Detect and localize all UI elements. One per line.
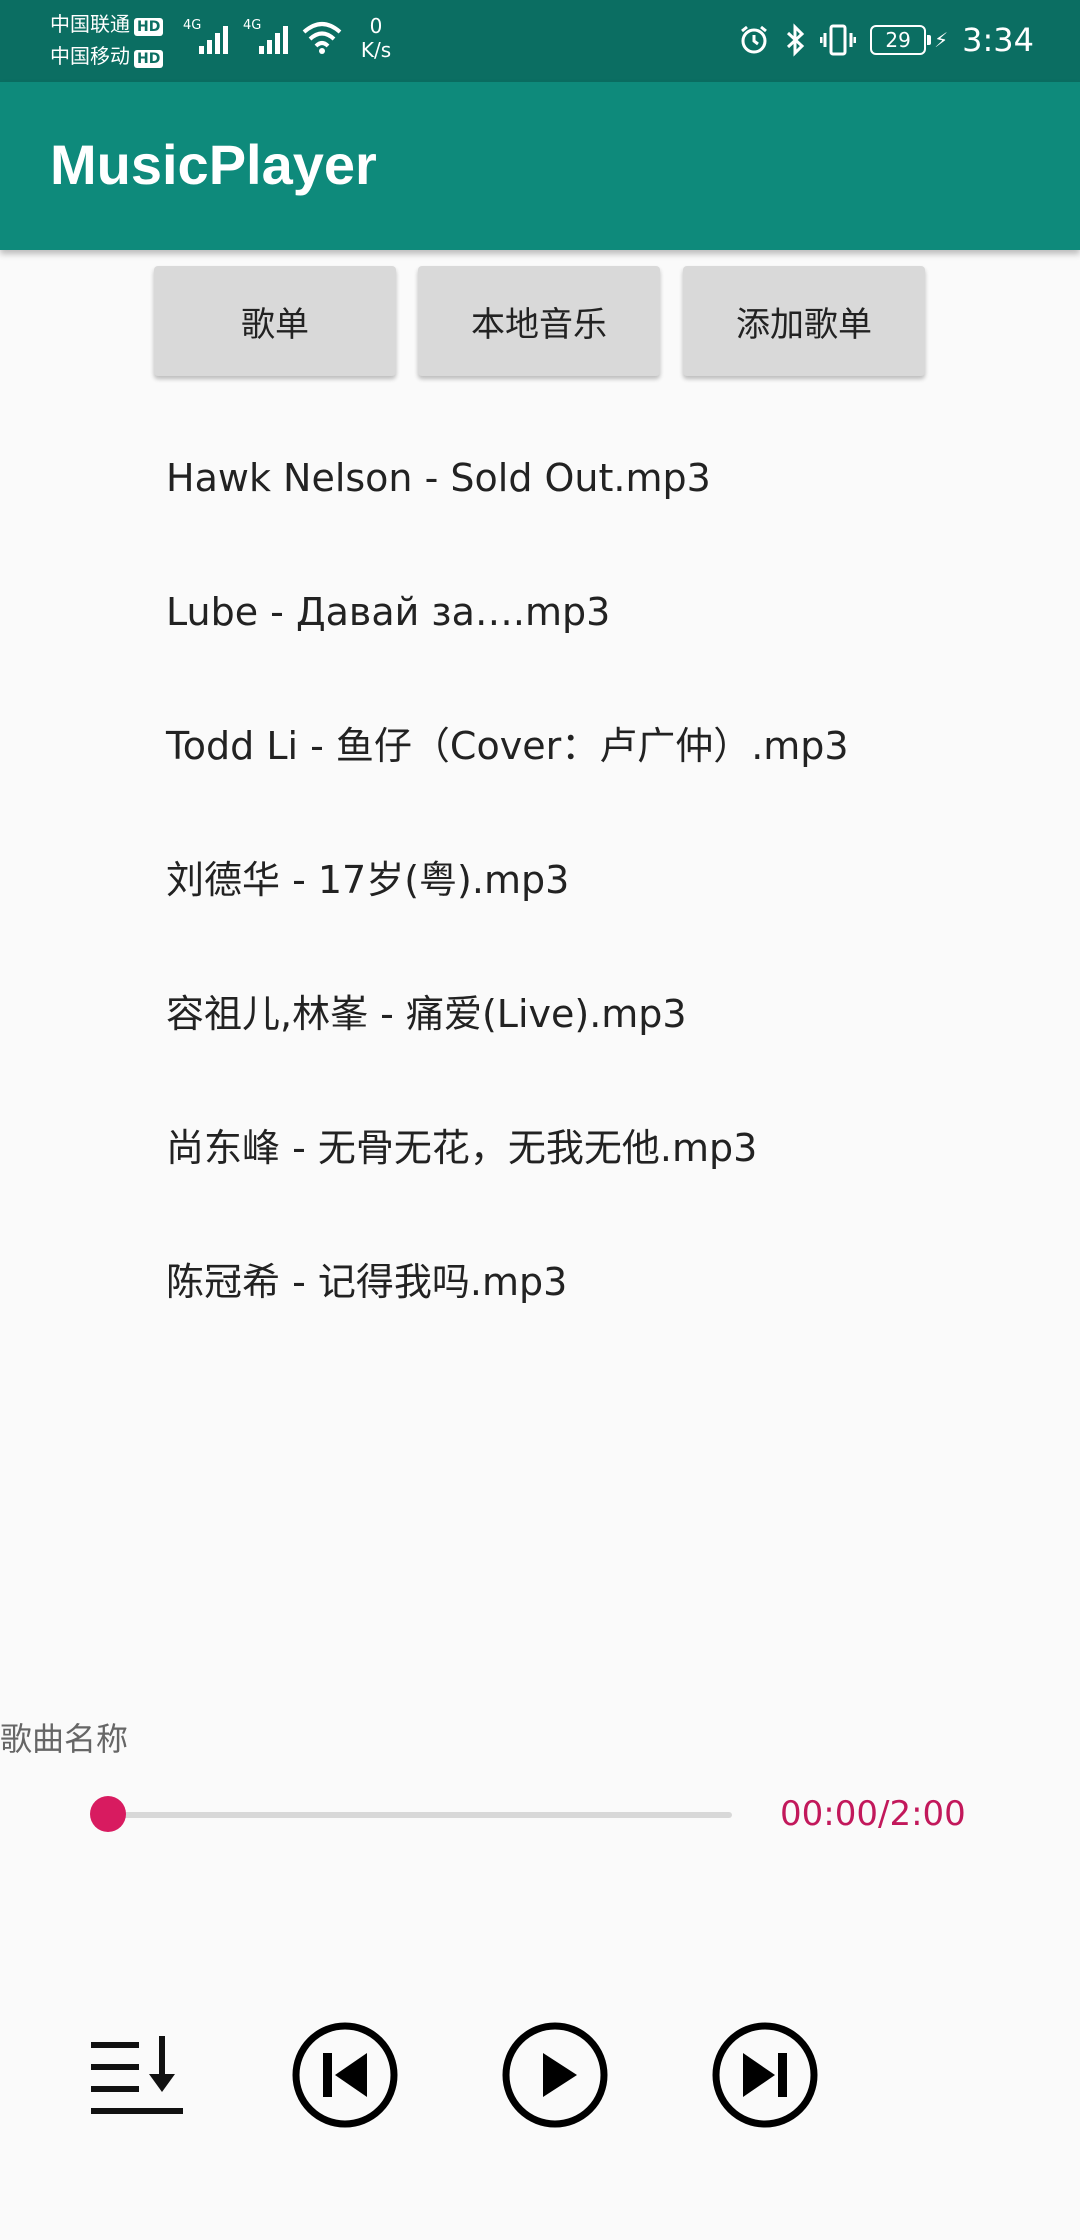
vibrate-icon — [820, 24, 857, 56]
seek-bar[interactable] — [90, 1796, 732, 1832]
song-item[interactable]: 陈冠希 - 记得我吗.mp3 — [166, 1242, 567, 1322]
network-speed: 0 K/s — [360, 14, 392, 62]
song-item[interactable]: 尚东峰 - 无骨无花，无我无他.mp3 — [166, 1108, 757, 1188]
seek-thumb[interactable] — [90, 1796, 126, 1832]
time-display: 00:00/2:00 — [780, 1794, 966, 1834]
bluetooth-icon — [787, 23, 805, 57]
hd-badge: HD — [134, 50, 164, 68]
previous-button[interactable] — [290, 2020, 400, 2130]
song-item[interactable]: 刘德华 - 17岁(粤).mp3 — [166, 840, 569, 920]
current-song-name: 歌曲名称 — [0, 1720, 129, 1758]
tab-local-music-button[interactable]: 本地音乐 — [418, 266, 660, 376]
next-icon — [712, 2022, 818, 2128]
song-item[interactable]: 容祖儿,林峯 - 痛爱(Live).mp3 — [166, 974, 687, 1054]
playlist-order-icon — [91, 2036, 183, 2114]
previous-icon — [292, 2022, 398, 2128]
charging-icon: ⚡ — [934, 28, 949, 52]
signal-icon: 4G — [183, 18, 233, 58]
carrier-1: 中国联通 HD — [50, 12, 164, 36]
battery-indicator: 29 — [870, 25, 932, 55]
song-item[interactable]: Hawk Nelson - Sold Out.mp3 — [166, 438, 711, 518]
play-icon — [502, 2022, 608, 2128]
tab-playlist-button[interactable]: 歌单 — [154, 266, 396, 376]
tab-add-playlist-button[interactable]: 添加歌单 — [683, 266, 925, 376]
next-button[interactable] — [710, 2020, 820, 2130]
playlist-order-button[interactable] — [82, 2020, 192, 2130]
clock: 3:34 — [962, 21, 1034, 59]
status-right: 29 ⚡ 3:34 — [738, 18, 1034, 62]
play-button[interactable] — [500, 2020, 610, 2130]
hd-badge: HD — [134, 18, 164, 36]
status-bar: 中国联通 HD 中国移动 HD 4G 4G 0 K/s 29 ⚡ 3:34 — [0, 0, 1080, 82]
wifi-icon — [302, 22, 342, 54]
alarm-icon — [741, 25, 768, 54]
signal-icon: 4G — [243, 18, 293, 58]
carrier-2: 中国移动 HD — [50, 44, 164, 68]
song-item[interactable]: Lube - Давай за….mp3 — [166, 572, 610, 652]
app-title: MusicPlayer — [50, 133, 377, 196]
app-bar: MusicPlayer — [0, 82, 1080, 250]
song-item[interactable]: Todd Li - 鱼仔（Cover：卢广仲）.mp3 — [166, 706, 849, 786]
